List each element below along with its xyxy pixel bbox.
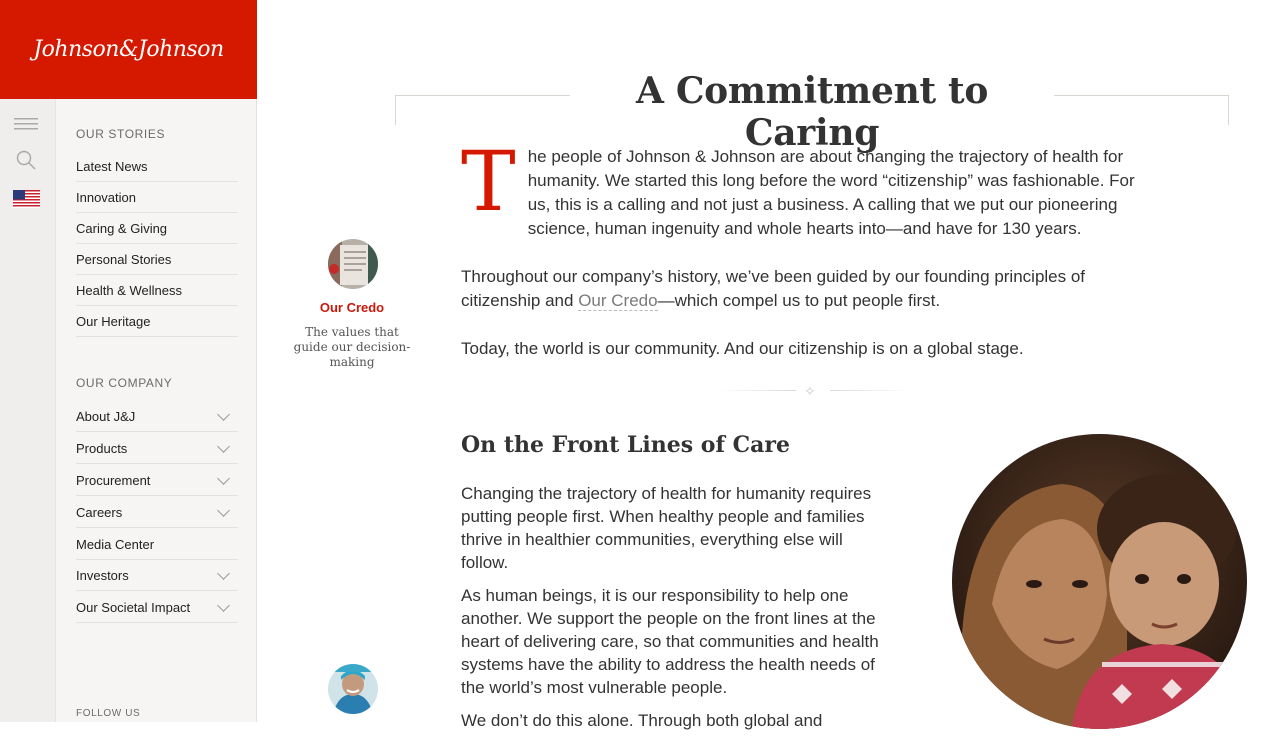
sidebar-item-label: Our Societal Impact — [76, 599, 191, 615]
sidebar-item-label: Media Center — [76, 536, 155, 552]
sidebar-item-label: Careers — [76, 504, 123, 520]
intro-paragraph-2-text-end: —which compel us to put people first. — [657, 291, 941, 310]
sidebar-item-societal-impact[interactable]: Our Societal Impact — [76, 592, 238, 623]
sidebar-item-careers[interactable]: Careers — [76, 497, 238, 528]
sidebar-item-health-wellness[interactable]: Health & Wellness — [76, 275, 238, 306]
search-icon[interactable] — [12, 148, 40, 172]
intro-text: T he people of Johnson & Johnson are abo… — [461, 135, 1151, 385]
sidebar-item-label: Procurement — [76, 472, 151, 488]
our-stories-heading: OUR STORIES — [76, 127, 166, 141]
credo-description: The values that guide our decision-makin… — [293, 325, 411, 369]
page-title: A Commitment to Caring — [570, 70, 1054, 154]
brand-logo-block[interactable]: Johnson&Johnson — [0, 0, 257, 99]
intro-paragraph-2: Throughout our company’s history, we’ve … — [461, 265, 1151, 313]
chevron-down-icon[interactable] — [217, 504, 230, 517]
credo-thumbnail[interactable] — [328, 239, 378, 289]
brand-logo[interactable]: Johnson&Johnson — [33, 37, 224, 62]
intro-paragraph-3: Today, the world is our community. And o… — [461, 339, 1024, 358]
sidebar-item-caring-giving[interactable]: Caring & Giving — [76, 213, 238, 244]
ornament-divider: ✧ — [718, 382, 908, 400]
hamburger-menu-icon[interactable] — [12, 113, 40, 137]
sidebar-item-procurement[interactable]: Procurement — [76, 465, 238, 496]
section-paragraph-2: As human beings, it is our responsibilit… — [461, 586, 879, 697]
sidebar-item-media-center[interactable]: Media Center — [76, 529, 238, 560]
sidebar-item-innovation[interactable]: Innovation — [76, 182, 238, 213]
sidebar-item-products[interactable]: Products — [76, 433, 238, 464]
chevron-down-icon[interactable] — [217, 408, 230, 421]
chevron-down-icon[interactable] — [217, 599, 230, 612]
our-credo-link[interactable]: Our Credo — [290, 300, 414, 315]
our-company-heading: OUR COMPANY — [76, 376, 173, 390]
sidebar-item-label: Investors — [76, 567, 129, 583]
section-body: Changing the trajectory of health for hu… — [461, 482, 891, 742]
our-credo-inline-link[interactable]: Our Credo — [578, 291, 658, 311]
sidebar-item-label: About J&J — [76, 408, 136, 424]
sidebar: Johnson&Johnson OUR STORIES Latest News … — [0, 0, 257, 722]
chevron-down-icon[interactable] — [217, 472, 230, 485]
sidebar-item-latest-news[interactable]: Latest News — [76, 151, 238, 182]
sparkle-icon: ✧ — [804, 383, 816, 399]
follow-us-heading: FOLLOW US — [76, 708, 141, 719]
section-paragraph-3: We don’t do this alone. Through both glo… — [461, 711, 823, 730]
chevron-down-icon[interactable] — [217, 440, 230, 453]
section-heading: On the Front Lines of Care — [461, 432, 790, 458]
drop-cap: T — [461, 135, 516, 230]
chevron-down-icon[interactable] — [217, 567, 230, 580]
intro-paragraph-1: he people of Johnson & Johnson are about… — [527, 147, 1135, 238]
us-flag-icon[interactable] — [12, 187, 40, 211]
sidebar-item-our-heritage[interactable]: Our Heritage — [76, 306, 238, 337]
sidebar-item-about[interactable]: About J&J — [76, 401, 238, 432]
sidebar-item-label: Products — [76, 440, 128, 456]
section-paragraph-1: Changing the trajectory of health for hu… — [461, 484, 872, 572]
nurse-thumbnail[interactable] — [328, 664, 378, 714]
sidebar-item-investors[interactable]: Investors — [76, 560, 238, 591]
hero-photo-children — [952, 434, 1247, 729]
sidebar-item-personal-stories[interactable]: Personal Stories — [76, 244, 238, 275]
